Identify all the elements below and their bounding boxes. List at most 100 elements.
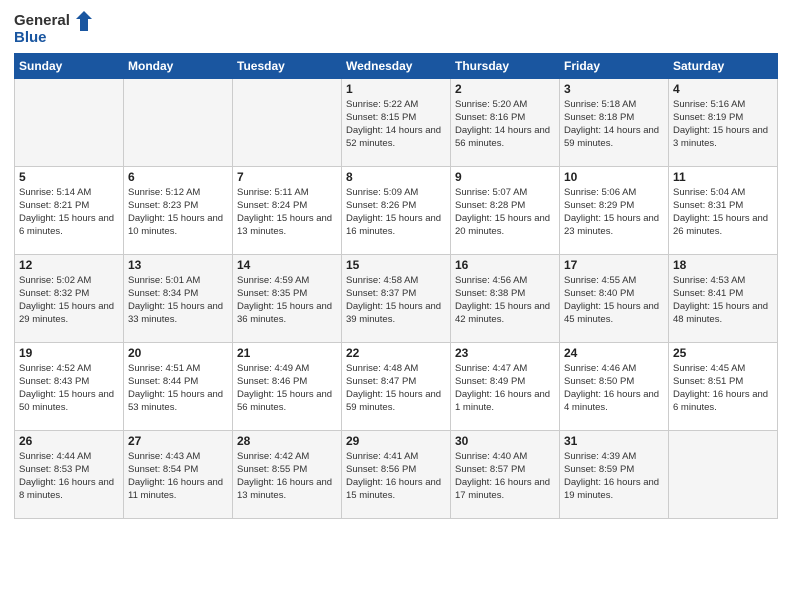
- calendar-cell: 20 Sunrise: 4:51 AM Sunset: 8:44 PM Dayli…: [124, 342, 233, 430]
- day-info: Sunrise: 5:09 AM Sunset: 8:26 PM Dayligh…: [346, 186, 446, 239]
- day-info: Sunrise: 4:42 AM Sunset: 8:55 PM Dayligh…: [237, 450, 337, 503]
- calendar-cell: 4 Sunrise: 5:16 AM Sunset: 8:19 PM Daylig…: [669, 78, 778, 166]
- day-info: Sunrise: 4:58 AM Sunset: 8:37 PM Dayligh…: [346, 274, 446, 327]
- day-info: Sunrise: 4:55 AM Sunset: 8:40 PM Dayligh…: [564, 274, 664, 327]
- calendar-cell: 2 Sunrise: 5:20 AM Sunset: 8:16 PM Daylig…: [451, 78, 560, 166]
- day-number: 26: [19, 434, 119, 448]
- calendar-cell: 27 Sunrise: 4:43 AM Sunset: 8:54 PM Dayli…: [124, 430, 233, 518]
- calendar-cell: 25 Sunrise: 4:45 AM Sunset: 8:51 PM Dayli…: [669, 342, 778, 430]
- calendar-cell: 19Sunrise: 4:52 AM Sunset: 8:43 PM Dayli…: [15, 342, 124, 430]
- day-info: Sunrise: 4:43 AM Sunset: 8:54 PM Dayligh…: [128, 450, 228, 503]
- day-info: Sunrise: 5:14 AM Sunset: 8:21 PM Dayligh…: [19, 186, 119, 239]
- day-info: Sunrise: 4:51 AM Sunset: 8:44 PM Dayligh…: [128, 362, 228, 415]
- day-number: 20: [128, 346, 228, 360]
- day-info: Sunrise: 4:53 AM Sunset: 8:41 PM Dayligh…: [673, 274, 773, 327]
- day-info: Sunrise: 5:20 AM Sunset: 8:16 PM Dayligh…: [455, 98, 555, 151]
- calendar-cell: 9Sunrise: 5:07 AM Sunset: 8:28 PM Daylig…: [451, 166, 560, 254]
- day-header: Wednesday: [342, 53, 451, 78]
- day-number: 18: [673, 258, 773, 272]
- calendar-week-row: 5Sunrise: 5:14 AM Sunset: 8:21 PM Daylig…: [15, 166, 778, 254]
- day-info: Sunrise: 5:11 AM Sunset: 8:24 PM Dayligh…: [237, 186, 337, 239]
- day-number: 22: [346, 346, 446, 360]
- day-info: Sunrise: 5:04 AM Sunset: 8:31 PM Dayligh…: [673, 186, 773, 239]
- calendar-week-row: 1 Sunrise: 5:22 AM Sunset: 8:15 PM Daylig…: [15, 78, 778, 166]
- calendar-cell: 14 Sunrise: 4:59 AM Sunset: 8:35 PM Dayli…: [233, 254, 342, 342]
- calendar-cell: 28 Sunrise: 4:42 AM Sunset: 8:55 PM Dayli…: [233, 430, 342, 518]
- calendar-cell: 26 Sunrise: 4:44 AM Sunset: 8:53 PM Dayli…: [15, 430, 124, 518]
- day-number: 13: [128, 258, 228, 272]
- day-number: 3: [564, 82, 664, 96]
- calendar-cell: 23 Sunrise: 4:47 AM Sunset: 8:49 PM Dayli…: [451, 342, 560, 430]
- calendar-cell: [124, 78, 233, 166]
- day-info: Sunrise: 4:56 AM Sunset: 8:38 PM Dayligh…: [455, 274, 555, 327]
- calendar-cell: 17 Sunrise: 4:55 AM Sunset: 8:40 PM Dayli…: [560, 254, 669, 342]
- calendar-table: SundayMondayTuesdayWednesdayThursdayFrid…: [14, 53, 778, 519]
- day-number: 1: [346, 82, 446, 96]
- calendar-cell: 3 Sunrise: 5:18 AM Sunset: 8:18 PM Daylig…: [560, 78, 669, 166]
- day-number: 24: [564, 346, 664, 360]
- day-header: Tuesday: [233, 53, 342, 78]
- day-number: 23: [455, 346, 555, 360]
- day-number: 16: [455, 258, 555, 272]
- day-header: Thursday: [451, 53, 560, 78]
- day-number: 25: [673, 346, 773, 360]
- calendar-cell: 7 Sunrise: 5:11 AM Sunset: 8:24 PM Daylig…: [233, 166, 342, 254]
- day-info: Sunrise: 5:01 AM Sunset: 8:34 PM Dayligh…: [128, 274, 228, 327]
- calendar-week-row: 12 Sunrise: 5:02 AM Sunset: 8:32 PM Dayli…: [15, 254, 778, 342]
- calendar-week-row: 19Sunrise: 4:52 AM Sunset: 8:43 PM Dayli…: [15, 342, 778, 430]
- calendar-cell: 15 Sunrise: 4:58 AM Sunset: 8:37 PM Dayli…: [342, 254, 451, 342]
- day-info: Sunrise: 4:46 AM Sunset: 8:50 PM Dayligh…: [564, 362, 664, 415]
- day-number: 8: [346, 170, 446, 184]
- day-info: Sunrise: 5:22 AM Sunset: 8:15 PM Dayligh…: [346, 98, 446, 151]
- day-number: 2: [455, 82, 555, 96]
- calendar-cell: 11Sunrise: 5:04 AM Sunset: 8:31 PM Dayli…: [669, 166, 778, 254]
- calendar-cell: 29Sunrise: 4:41 AM Sunset: 8:56 PM Dayli…: [342, 430, 451, 518]
- calendar-cell: 8 Sunrise: 5:09 AM Sunset: 8:26 PM Daylig…: [342, 166, 451, 254]
- day-header: Monday: [124, 53, 233, 78]
- day-number: 6: [128, 170, 228, 184]
- calendar-cell: 21 Sunrise: 4:49 AM Sunset: 8:46 PM Dayli…: [233, 342, 342, 430]
- calendar-cell: 16 Sunrise: 4:56 AM Sunset: 8:38 PM Dayli…: [451, 254, 560, 342]
- day-info: Sunrise: 4:47 AM Sunset: 8:49 PM Dayligh…: [455, 362, 555, 415]
- calendar-cell: 24 Sunrise: 4:46 AM Sunset: 8:50 PM Dayli…: [560, 342, 669, 430]
- calendar-cell: 10 Sunrise: 5:06 AM Sunset: 8:29 PM Dayli…: [560, 166, 669, 254]
- day-info: Sunrise: 4:44 AM Sunset: 8:53 PM Dayligh…: [19, 450, 119, 503]
- day-number: 12: [19, 258, 119, 272]
- page-header: General Blue: [14, 10, 778, 47]
- day-number: 28: [237, 434, 337, 448]
- day-number: 31: [564, 434, 664, 448]
- day-info: Sunrise: 4:49 AM Sunset: 8:46 PM Dayligh…: [237, 362, 337, 415]
- day-number: 4: [673, 82, 773, 96]
- day-number: 17: [564, 258, 664, 272]
- day-info: Sunrise: 5:16 AM Sunset: 8:19 PM Dayligh…: [673, 98, 773, 151]
- day-info: Sunrise: 5:07 AM Sunset: 8:28 PM Dayligh…: [455, 186, 555, 239]
- day-info: Sunrise: 5:06 AM Sunset: 8:29 PM Dayligh…: [564, 186, 664, 239]
- day-header: Friday: [560, 53, 669, 78]
- day-number: 27: [128, 434, 228, 448]
- calendar-week-row: 26 Sunrise: 4:44 AM Sunset: 8:53 PM Dayli…: [15, 430, 778, 518]
- day-info: Sunrise: 5:02 AM Sunset: 8:32 PM Dayligh…: [19, 274, 119, 327]
- calendar-cell: 1 Sunrise: 5:22 AM Sunset: 8:15 PM Daylig…: [342, 78, 451, 166]
- day-number: 29: [346, 434, 446, 448]
- day-info: Sunrise: 4:52 AM Sunset: 8:43 PM Dayligh…: [19, 362, 119, 415]
- day-number: 10: [564, 170, 664, 184]
- calendar-cell: 31Sunrise: 4:39 AM Sunset: 8:59 PM Dayli…: [560, 430, 669, 518]
- calendar-cell: [669, 430, 778, 518]
- calendar-cell: 5Sunrise: 5:14 AM Sunset: 8:21 PM Daylig…: [15, 166, 124, 254]
- calendar-cell: [233, 78, 342, 166]
- day-header: Saturday: [669, 53, 778, 78]
- calendar-cell: 13 Sunrise: 5:01 AM Sunset: 8:34 PM Dayli…: [124, 254, 233, 342]
- day-number: 15: [346, 258, 446, 272]
- day-info: Sunrise: 4:40 AM Sunset: 8:57 PM Dayligh…: [455, 450, 555, 503]
- calendar-cell: 6 Sunrise: 5:12 AM Sunset: 8:23 PM Daylig…: [124, 166, 233, 254]
- day-number: 21: [237, 346, 337, 360]
- day-info: Sunrise: 4:45 AM Sunset: 8:51 PM Dayligh…: [673, 362, 773, 415]
- day-header: Sunday: [15, 53, 124, 78]
- day-info: Sunrise: 4:59 AM Sunset: 8:35 PM Dayligh…: [237, 274, 337, 327]
- calendar-cell: 30Sunrise: 4:40 AM Sunset: 8:57 PM Dayli…: [451, 430, 560, 518]
- day-info: Sunrise: 5:18 AM Sunset: 8:18 PM Dayligh…: [564, 98, 664, 151]
- day-info: Sunrise: 5:12 AM Sunset: 8:23 PM Dayligh…: [128, 186, 228, 239]
- day-number: 7: [237, 170, 337, 184]
- calendar-cell: 18 Sunrise: 4:53 AM Sunset: 8:41 PM Dayli…: [669, 254, 778, 342]
- day-number: 14: [237, 258, 337, 272]
